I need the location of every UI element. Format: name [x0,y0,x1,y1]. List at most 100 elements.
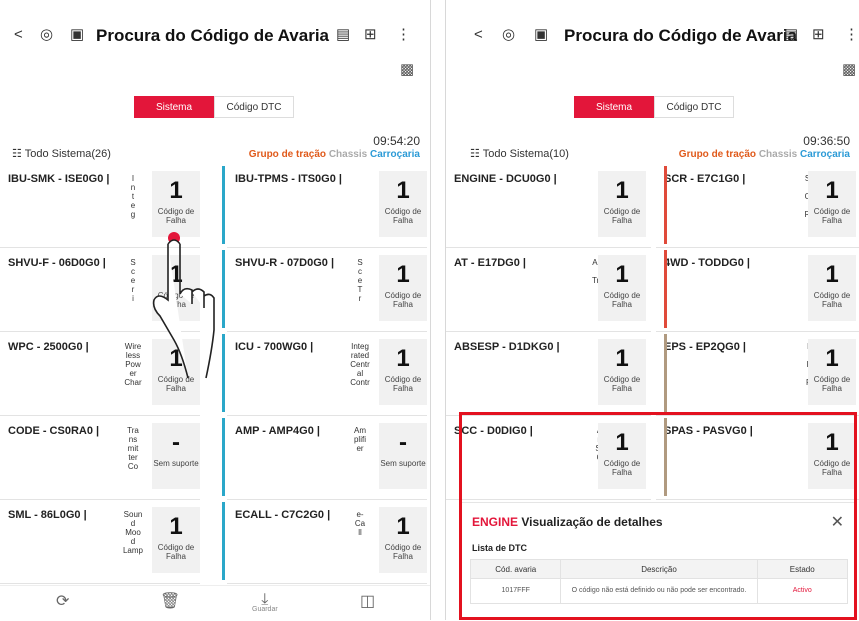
column-divider [664,166,667,244]
bottom-nav: ⟳ 🗑 ⤓ Guardar ◫ [0,585,430,620]
back-icon[interactable]: < [474,24,483,46]
fault-count-box[interactable]: - Sem suporte [152,423,200,489]
fault-count-box[interactable]: 1 Código de Falha [808,339,856,405]
filter-body[interactable]: Carroçaria [800,149,850,160]
tab-system[interactable]: Sistema [574,96,654,118]
system-cell[interactable]: SHVU-R - 07D0G0 | S c e T r 1 Código de Fal… [227,247,427,332]
export-icon[interactable]: ◫ [360,591,375,611]
fault-count-label: Código de Falha [813,207,851,225]
system-description: Tra ns mit ter Co [127,426,139,471]
system-cell[interactable]: EPS - EP2QG0 |Moto r Drive n Powe1Código… [656,331,859,416]
back-icon[interactable]: < [14,24,23,46]
system-description: Soun d Moo d Lamp [122,510,143,555]
vehicle-info-icon[interactable]: ▩ [400,60,414,78]
fault-count-box[interactable]: 1 Código de Falha [598,339,646,405]
vehicle-scan-icon[interactable]: ◎ [40,24,53,46]
tab-system[interactable]: Sistema [134,96,214,118]
fault-count-box[interactable]: 1 Código de Falha [152,171,200,237]
fault-count-label: Código de Falha [603,291,641,309]
delete-icon[interactable]: 🗑 [160,591,180,611]
tap-gesture-hand-icon [152,232,215,379]
more-menu-icon[interactable]: ⋮ [844,24,859,46]
highlight-box [459,412,857,620]
fault-count: 1 [396,513,410,540]
system-name: WPC - 2500G0 | [8,341,89,353]
system-name: 4WD - TODDG0 | [664,257,750,269]
top-bar: < ◎ ▣ Procura do Código de Avaria ▤ ⊞ ⋮ [0,22,430,52]
fault-count-box[interactable]: 1 Código de Falha [379,171,427,237]
system-name: SHVU-R - 07D0G0 | [235,257,335,269]
system-name: AMP - AMP4G0 | [235,425,320,437]
fault-count: 1 [396,345,410,372]
system-description: Integ rated Centr al Contr [350,342,370,387]
download-icon[interactable]: ⤓ Guardar [252,591,278,613]
filter-body[interactable]: Carroçaria [370,149,420,160]
system-name: ENGINE - DCU0G0 | [454,173,557,185]
system-cell[interactable]: IBU-TPMS - ITS0G0 | 1 Código de Falha [227,163,427,248]
fault-count-label: Código de Falha [384,543,422,561]
more-menu-icon[interactable]: ⋮ [396,24,411,46]
system-name: ABSESP - D1DKG0 | [454,341,560,353]
system-cell[interactable]: CODE - CS0RA0 | Tra ns mit ter Co - Sem sup… [0,415,200,500]
all-systems-label: Todo Sistema(26) [24,148,111,160]
vehicle-info-icon[interactable]: ▩ [842,60,856,78]
fault-count: 1 [615,177,629,204]
vehicle-scan-icon[interactable]: ◎ [502,24,515,46]
system-cell[interactable]: ECALL - C7C2G0 | e- Ca ll 1 Código de Falha [227,499,427,584]
system-description: Am plifi er [353,426,366,453]
filter-chassis[interactable]: Chassis [329,149,367,160]
fault-count-box[interactable]: 1 Código de Falha [379,507,427,573]
all-systems-selector[interactable]: ☷ Todo Sistema(26) [12,147,111,160]
system-cell[interactable]: AMP - AMP4G0 | Am plifi er - Sem suporte [227,415,427,500]
filter-powertrain[interactable]: Grupo de tração [249,149,326,160]
fault-count-box[interactable]: - Sem suporte [379,423,427,489]
tab-dtc[interactable]: Código DTC [654,96,734,118]
fault-count-box[interactable]: 1 Código de Falha [598,171,646,237]
system-cell[interactable]: 4WD - TODDG0 |4W D Con trol1Código de Fa… [656,247,859,332]
page-title: Procura do Código de Avaria [564,26,798,45]
system-description: S c e r i [130,258,136,303]
database-icon[interactable]: ▤ [784,24,798,46]
fault-count: 1 [396,261,410,288]
all-systems-label: Todo Sistema(10) [482,148,569,160]
system-cell[interactable]: AT - E17DG0 |Automa tic Transax le1Códig… [446,247,651,332]
system-cell[interactable]: ENGINE - DCU0G0 |I n t e g1Código de Fal… [446,163,651,248]
system-description: Wire less Pow er Char [124,342,142,387]
fault-count-label: Código de Falha [157,207,195,225]
column-divider [222,418,225,496]
system-summary: ☷ Todo Sistema(10) 09:36:50 Grupo de tra… [446,134,859,160]
fault-count-box[interactable]: 1 Código de Falha [808,255,856,321]
system-name: EPS - EP2QG0 | [664,341,746,353]
database-icon[interactable]: ▤ [336,24,350,46]
fault-count: 1 [169,177,183,204]
all-systems-selector[interactable]: ☷ Todo Sistema(10) [470,147,569,160]
system-name: CODE - CS0RA0 | [8,425,100,437]
fault-count: 1 [169,513,183,540]
fault-count-box[interactable]: 1 Código de Falha [152,507,200,573]
scan-time: 09:54:20 [373,134,420,148]
fault-count-label: Código de Falha [813,291,851,309]
system-name: ICU - 700WG0 | [235,341,314,353]
refresh-icon[interactable]: ⟳ [56,591,69,611]
screen-gap [431,0,444,620]
filter-powertrain[interactable]: Grupo de tração [679,149,756,160]
system-cell[interactable]: ICU - 700WG0 | Integ rated Centr al Contr… [227,331,427,416]
fault-count-label: Sem suporte [380,459,426,468]
save-label: Guardar [252,606,278,613]
filter-chassis[interactable]: Chassis [759,149,797,160]
tab-dtc[interactable]: Código DTC [214,96,294,118]
system-cell[interactable]: SML - 86L0G0 | Soun d Moo d Lamp 1 Código d… [0,499,200,584]
system-name: IBU-TPMS - ITS0G0 | [235,173,342,185]
system-name: SML - 86L0G0 | [8,509,87,521]
screenshot-icon[interactable]: ⊞ [812,24,825,46]
category-filters: Grupo de tração Chassis Carroçaria [249,149,420,160]
fault-count-box[interactable]: 1 Código de Falha [808,171,856,237]
category-filters: Grupo de tração Chassis Carroçaria [679,149,850,160]
scan-time: 09:36:50 [803,134,850,148]
system-cell[interactable]: SCR - E7C1G0 |Select ive Cataly tic Redu… [656,163,859,248]
system-cell[interactable]: ABSESP - D1DKG0 |A B S / E1Código de Fal… [446,331,651,416]
fault-count-box[interactable]: 1 Código de Falha [598,255,646,321]
fault-count-box[interactable]: 1 Código de Falha [379,255,427,321]
screenshot-icon[interactable]: ⊞ [364,24,377,46]
fault-count-box[interactable]: 1 Código de Falha [379,339,427,405]
